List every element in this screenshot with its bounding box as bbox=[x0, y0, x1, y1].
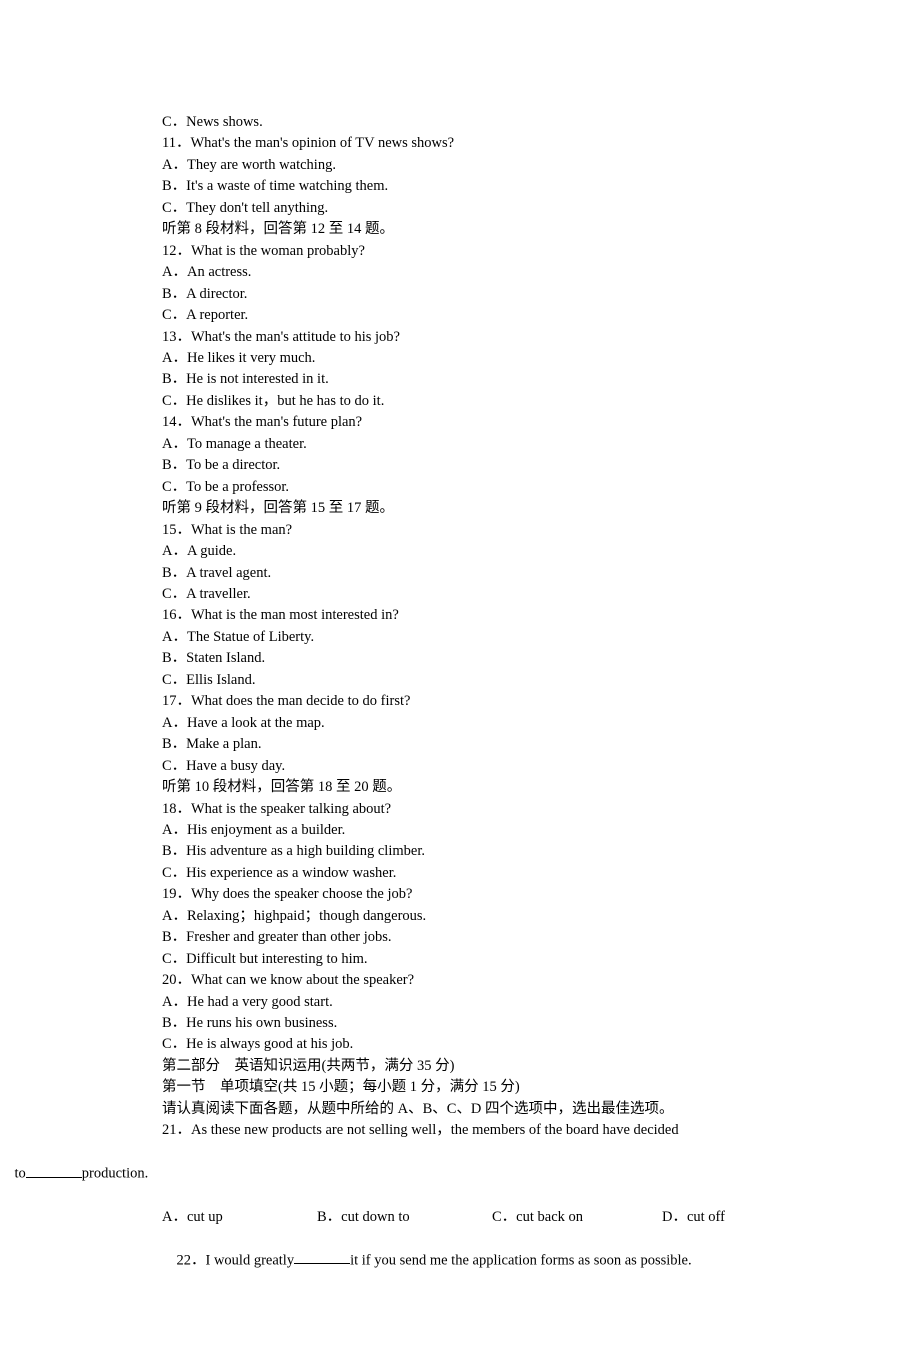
question-19: 19．Why does the speaker choose the job? bbox=[162, 884, 802, 905]
fill-blank bbox=[26, 1163, 82, 1178]
option-a: A．His enjoyment as a builder. bbox=[162, 820, 802, 841]
option-c: C．To be a professor. bbox=[162, 477, 802, 498]
option-a: A．To manage a theater. bbox=[162, 434, 802, 455]
section-header-8: 听第 8 段材料，回答第 12 至 14 题。 bbox=[162, 219, 802, 240]
question-20: 20．What can we know about the speaker? bbox=[162, 970, 802, 991]
option-c: C．Difficult but interesting to him. bbox=[162, 949, 802, 970]
option-c: C．He dislikes it，but he has to do it. bbox=[162, 391, 802, 412]
q22-pre: 22．I would greatly bbox=[177, 1252, 295, 1268]
question-21-choices: A．cut up B．cut down to C．cut back on D．c… bbox=[162, 1207, 802, 1228]
option-c: C．A traveller. bbox=[162, 584, 802, 605]
option-c: C．News shows. bbox=[162, 112, 802, 133]
option-b: B．To be a director. bbox=[162, 455, 802, 476]
option-b: B．It's a waste of time watching them. bbox=[162, 176, 802, 197]
option-a: A．An actress. bbox=[162, 262, 802, 283]
option-c: C．His experience as a window washer. bbox=[162, 863, 802, 884]
option-b: B．He runs his own business. bbox=[162, 1013, 802, 1034]
option-b: B．He is not interested in it. bbox=[162, 369, 802, 390]
question-12: 12．What is the woman probably? bbox=[162, 241, 802, 262]
question-18: 18．What is the speaker talking about? bbox=[162, 799, 802, 820]
option-a: A．Have a look at the map. bbox=[162, 713, 802, 734]
option-c: C．Have a busy day. bbox=[162, 756, 802, 777]
fill-blank bbox=[294, 1250, 350, 1265]
option-a: A．A guide. bbox=[162, 541, 802, 562]
option-c: C．Ellis Island. bbox=[162, 670, 802, 691]
q21-option-b: B．cut down to bbox=[317, 1207, 492, 1228]
question-14: 14．What's the man's future plan? bbox=[162, 412, 802, 433]
option-b: B．Staten Island. bbox=[162, 648, 802, 669]
question-15: 15．What is the man? bbox=[162, 520, 802, 541]
option-c: C．He is always good at his job. bbox=[162, 1034, 802, 1055]
instructions: 请认真阅读下面各题，从题中所给的 A、B、C、D 四个选项中，选出最佳选项。 bbox=[162, 1099, 802, 1120]
question-11: 11．What's the man's opinion of TV news s… bbox=[162, 133, 802, 154]
q21-post: production. bbox=[82, 1166, 148, 1182]
option-c: C．A reporter. bbox=[162, 305, 802, 326]
option-b: B．Make a plan. bbox=[162, 734, 802, 755]
option-b: B．His adventure as a high building climb… bbox=[162, 841, 802, 862]
question-16: 16．What is the man most interested in? bbox=[162, 605, 802, 626]
option-a: A．They are worth watching. bbox=[162, 155, 802, 176]
section-header-10: 听第 10 段材料，回答第 18 至 20 题。 bbox=[162, 777, 802, 798]
option-a: A．He had a very good start. bbox=[162, 992, 802, 1013]
q22-post: it if you send me the application forms … bbox=[350, 1252, 692, 1268]
option-a: A．The Statue of Liberty. bbox=[162, 627, 802, 648]
q21-option-d: D．cut off bbox=[662, 1207, 725, 1228]
question-21-line2: to production. bbox=[0, 1142, 802, 1207]
q21-option-a: A．cut up bbox=[162, 1207, 317, 1228]
question-13: 13．What's the man's attitude to his job? bbox=[162, 327, 802, 348]
section-header-9: 听第 9 段材料，回答第 15 至 17 题。 bbox=[162, 498, 802, 519]
section-1-header: 第一节 单项填空(共 15 小题；每小题 1 分，满分 15 分) bbox=[162, 1077, 802, 1098]
option-c: C．They don't tell anything. bbox=[162, 198, 802, 219]
option-b: B．A director. bbox=[162, 284, 802, 305]
option-a: A．Relaxing；high­paid；though dangerous. bbox=[162, 906, 802, 927]
option-b: B．Fresher and greater than other jobs. bbox=[162, 927, 802, 948]
exam-content: C．News shows. 11．What's the man's opinio… bbox=[118, 112, 802, 1293]
option-a: A．He likes it very much. bbox=[162, 348, 802, 369]
question-22: 22．I would greatly it if you send me the … bbox=[162, 1228, 802, 1293]
q21-pre: to bbox=[15, 1166, 26, 1182]
q21-option-c: C．cut back on bbox=[492, 1207, 662, 1228]
option-b: B．A travel agent. bbox=[162, 563, 802, 584]
question-17: 17．What does the man decide to do first? bbox=[162, 691, 802, 712]
part-2-header: 第二部分 英语知识运用(共两节，满分 35 分) bbox=[162, 1056, 802, 1077]
question-21-line1: 21．As these new products are not selling… bbox=[162, 1120, 802, 1141]
